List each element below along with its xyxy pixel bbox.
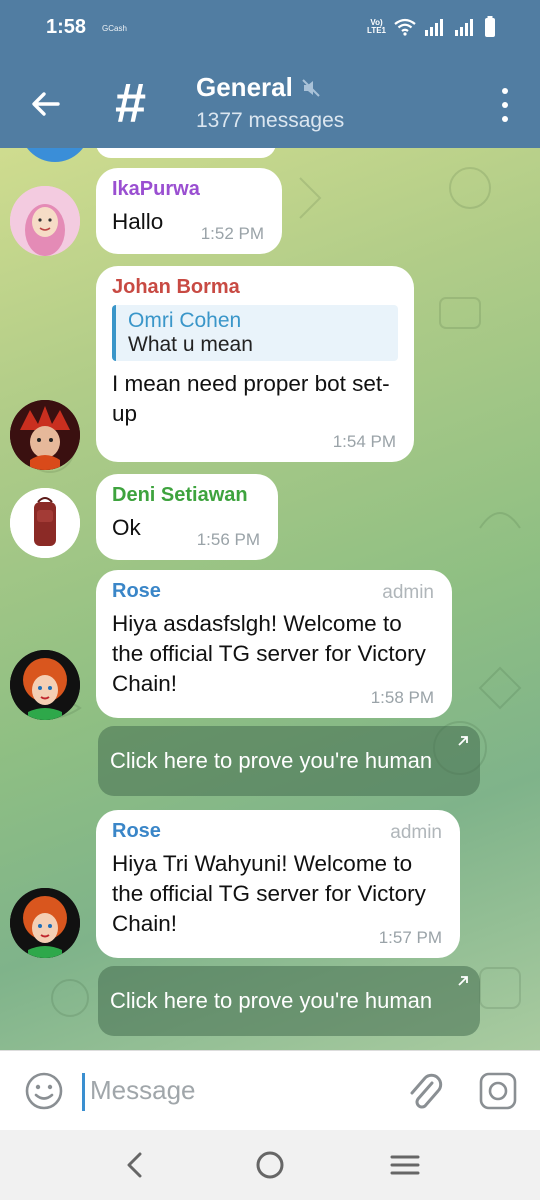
message-bubble[interactable]: IkaPurwa Hallo 1:52 PM (96, 168, 282, 254)
message-time: 1:58 PM (370, 688, 434, 707)
avatar-image (10, 400, 80, 470)
admin-badge: admin (382, 582, 434, 603)
reply-sender-name: Omri Cohen (128, 309, 242, 332)
battery-icon (485, 16, 495, 37)
external-link-icon (458, 736, 468, 746)
text-cursor (82, 1073, 85, 1111)
avatar-johan-borma[interactable] (10, 400, 80, 470)
previous-message-bubble (96, 148, 276, 158)
volte-indicator: Vo) LTE1 (367, 19, 386, 35)
lte-label: LTE1 (367, 26, 386, 35)
admin-badge: admin (390, 822, 442, 843)
message-bubble[interactable]: Rose admin Hiya Tri Wahyuni! Welcome to … (96, 810, 460, 958)
avatar-image (10, 650, 80, 720)
avatar-rose[interactable] (10, 650, 80, 720)
emoji-icon[interactable] (24, 1071, 64, 1111)
nav-home-icon[interactable] (255, 1150, 285, 1180)
reply-quote[interactable]: Omri Cohen What u mean (112, 305, 398, 361)
chat-title[interactable]: General (196, 72, 321, 103)
nav-back-icon[interactable] (120, 1150, 150, 1180)
avatar-ikapurwa[interactable] (10, 186, 80, 256)
back-arrow-icon[interactable] (28, 86, 64, 122)
message-text: I mean need proper bot set-up (112, 371, 390, 426)
signal-icon-2 (455, 19, 473, 36)
reply-text: What u mean (128, 333, 253, 356)
avatar-deni-setiawan[interactable] (10, 488, 80, 558)
avatar-image (10, 888, 80, 958)
message-time: 1:52 PM (200, 224, 264, 243)
verify-human-button-label: Click here to prove you're human (110, 988, 433, 1013)
nav-recents-icon[interactable] (390, 1150, 420, 1180)
system-nav-bar (0, 1130, 540, 1200)
chat-title-text: General (196, 72, 293, 102)
status-bar: 1:58 GCash Vo) LTE1 (0, 0, 540, 58)
message-text: Hiya asdasfslgh! Welcome to the official… (112, 611, 426, 696)
message-time: 1:56 PM (196, 530, 260, 549)
verify-human-button[interactable]: Click here to prove you're human (98, 966, 480, 1036)
message-bubble[interactable]: Rose admin Hiya asdasfslgh! Welcome to t… (96, 570, 452, 718)
wifi-icon (394, 18, 416, 36)
message-bubble[interactable]: Deni Setiawan Ok 1:56 PM (96, 474, 278, 560)
status-time: 1:58 (46, 16, 87, 38)
verify-human-button-label: Click here to prove you're human (110, 748, 433, 773)
sender-name[interactable]: Johan Borma (112, 276, 398, 299)
message-time: 1:57 PM (378, 928, 442, 947)
avatar-rose[interactable] (10, 888, 80, 958)
signal-icon (425, 19, 443, 36)
camera-icon[interactable] (478, 1071, 518, 1111)
avatar-image (10, 488, 80, 558)
status-icons: Vo) LTE1 (367, 16, 496, 38)
message-count: 1377 messages (196, 109, 345, 132)
chat-header: # General 1377 messages (0, 58, 540, 148)
message-text: Hiya Tri Wahyuni! Welcome to the officia… (112, 851, 426, 936)
muted-icon (302, 78, 320, 97)
sender-name[interactable]: IkaPurwa (112, 178, 266, 201)
message-bubble[interactable]: Johan Borma Omri Cohen What u mean I mea… (96, 266, 414, 462)
more-vert-icon[interactable] (500, 88, 510, 122)
verify-human-button[interactable]: Click here to prove you're human (98, 726, 480, 796)
message-input[interactable]: Message (90, 1075, 196, 1106)
chat-area[interactable]: IkaPurwa Hallo 1:52 PM Johan Borma Omri … (0, 148, 540, 1050)
attach-icon[interactable] (404, 1069, 444, 1113)
top-bar: 1:58 GCash Vo) LTE1 # General 1377 messa… (0, 0, 540, 148)
avatar-image (10, 186, 80, 256)
hash-icon[interactable]: # (115, 68, 146, 138)
external-link-icon (458, 976, 468, 986)
message-input-bar: Message (0, 1050, 540, 1130)
message-time: 1:54 PM (332, 432, 396, 451)
gcash-indicator: GCash (102, 24, 127, 33)
sender-name[interactable]: Deni Setiawan (112, 484, 262, 507)
